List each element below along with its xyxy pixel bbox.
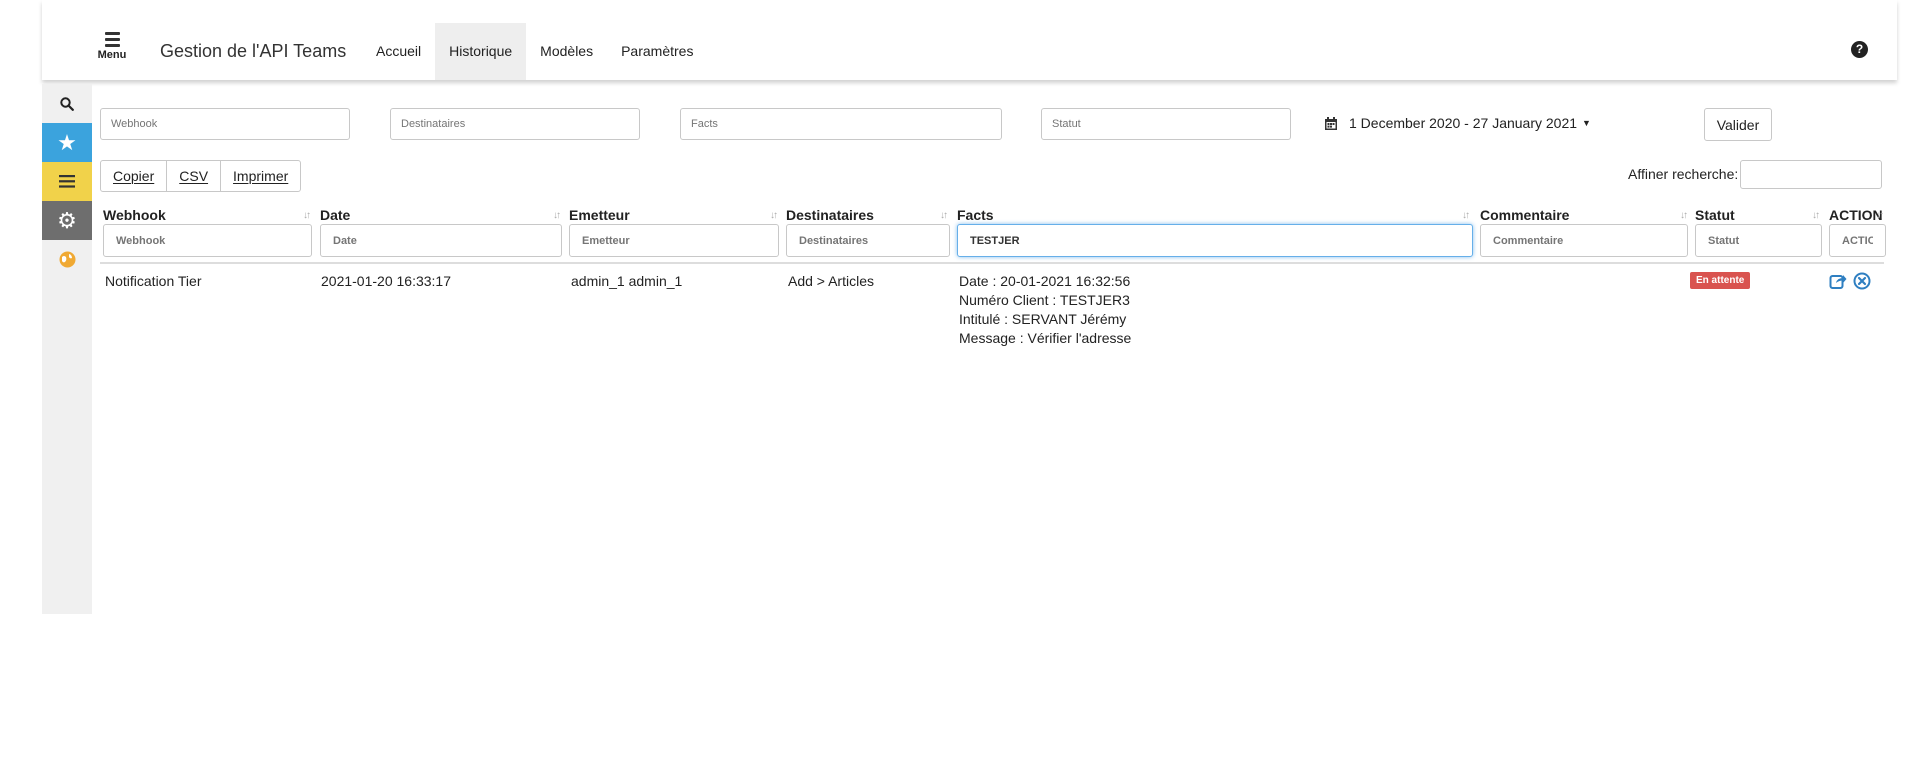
column-filter-action[interactable] [1829,224,1886,257]
column-filter-webhook[interactable] [103,224,312,257]
column-header-facts[interactable]: Facts [957,207,994,223]
share-icon[interactable] [1829,272,1847,290]
sidebar-item-globe[interactable] [42,240,92,279]
column-filter-facts[interactable] [957,224,1473,257]
nav-historique[interactable]: Historique [435,23,527,80]
status-badge: En attente [1690,272,1751,289]
star-icon: ★ [57,129,77,155]
calendar-icon [1325,116,1337,130]
imprimer-button[interactable]: Imprimer [220,160,302,192]
main-nav: Accueil Historique Modèles Paramètres [362,23,707,80]
csv-button[interactable]: CSV [166,160,222,192]
sort-icon[interactable]: ↓↑ [940,210,948,221]
help-icon[interactable]: ? [1851,41,1868,58]
statut-filter-input[interactable] [1041,108,1291,140]
search-label: Affiner recherche: [1628,166,1739,182]
facts-filter-input[interactable] [680,108,1002,140]
column-header-date[interactable]: Date [320,207,350,223]
column-header-commentaire[interactable]: Commentaire [1480,207,1569,223]
copier-button[interactable]: Copier [100,160,168,192]
sort-icon[interactable]: ↓↑ [1876,210,1884,221]
column-header-action[interactable]: ACTION [1829,207,1883,223]
sort-icon[interactable]: ↓↑ [1462,210,1470,221]
valider-button[interactable]: Valider [1704,108,1772,141]
sort-icon[interactable]: ↓↑ [1812,210,1820,221]
nav-parametres[interactable]: Paramètres [607,23,707,80]
nav-accueil[interactable]: Accueil [362,23,435,80]
sidebar: ★ ⚙ [42,84,92,614]
cell-date: 2021-01-20 16:33:17 [321,273,451,289]
list-icon [59,175,75,188]
fact-line: Intitulé : SERVANT Jérémy [959,311,1127,327]
sort-icon[interactable]: ↓↑ [770,210,778,221]
destinataires-filter-input[interactable] [390,108,640,140]
export-button-group: Copier CSV Imprimer [100,160,302,192]
cell-emetteur: admin_1 admin_1 [571,273,683,289]
hamburger-icon [104,32,120,47]
cell-webhook: Notification Tier [105,273,202,289]
column-header-destinataires[interactable]: Destinataires [786,207,874,223]
nav-modeles[interactable]: Modèles [526,23,607,80]
webhook-filter-input[interactable] [100,108,350,140]
column-filter-emetteur[interactable] [569,224,779,257]
sidebar-item-search[interactable] [42,84,92,123]
globe-icon [59,251,75,268]
table-header-divider [100,262,1884,264]
cell-destinataires: Add > Articles [788,273,874,289]
column-filter-statut[interactable] [1695,224,1822,257]
sort-icon[interactable]: ↓↑ [553,210,561,221]
sort-icon[interactable]: ↓↑ [1680,210,1688,221]
date-range-picker[interactable]: 1 December 2020 - 27 January 2021 ▼ [1325,115,1591,131]
fact-line: Date : 20-01-2021 16:32:56 [959,273,1131,289]
table-search-input[interactable] [1740,160,1882,189]
sidebar-item-settings[interactable]: ⚙ [42,201,92,240]
date-range-text: 1 December 2020 - 27 January 2021 [1349,115,1578,131]
caret-down-icon: ▼ [1582,118,1591,128]
top-navbar: Menu Gestion de l'API Teams Accueil Hist… [42,0,1897,80]
fact-line: Numéro Client : TESTJER3 [959,292,1130,308]
column-filter-commentaire[interactable] [1480,224,1688,257]
gear-icon: ⚙ [57,207,77,233]
menu-label: Menu [97,49,127,61]
menu-button[interactable]: Menu [92,32,132,61]
app-title: Gestion de l'API Teams [160,41,347,61]
cancel-icon[interactable] [1853,272,1871,290]
column-filter-date[interactable] [320,224,562,257]
sort-icon[interactable]: ↓↑ [303,210,311,221]
sidebar-item-list[interactable] [42,162,92,201]
sidebar-item-favorites[interactable]: ★ [42,123,92,162]
column-filter-destinataires[interactable] [786,224,950,257]
cell-facts: Date : 20-01-2021 16:32:56 Numéro Client… [959,272,1131,348]
column-header-emetteur[interactable]: Emetteur [569,207,630,223]
column-header-statut[interactable]: Statut [1695,207,1735,223]
search-icon [60,96,74,111]
fact-line: Message : Vérifier l'adresse [959,330,1132,346]
column-header-webhook[interactable]: Webhook [103,207,166,223]
